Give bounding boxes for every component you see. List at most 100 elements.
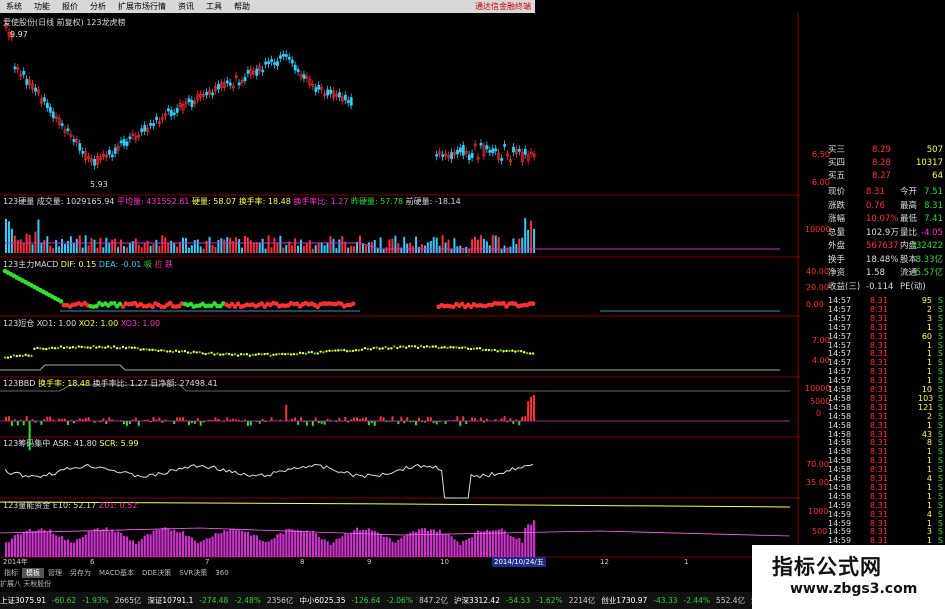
tick-dir: S (937, 296, 943, 305)
menu-item-1[interactable]: 功能 (28, 0, 56, 13)
candle-body (78, 143, 82, 151)
xo-dot (195, 351, 198, 354)
xo-panel-label: 123短仓 XO1: 1.00 XO2: 1.00 XO3: 1.00 (3, 318, 160, 329)
tick-list[interactable]: 14:57 8.31 95 S 14:57 8.31 2 S 14:57 8.31 3 S 14:57 8… (826, 296, 945, 546)
indicator-tab-0[interactable]: 指标 (0, 568, 22, 578)
fund-bar (40, 528, 43, 557)
menu-item-6[interactable]: 工具 (200, 0, 228, 13)
date-tick-7: 12 (600, 558, 609, 566)
fund-bar (131, 540, 135, 557)
tick-vol: 1 (926, 376, 932, 386)
tick-price: 8.31 (870, 509, 888, 519)
volume-bar (285, 244, 288, 253)
bbd-bar (471, 417, 474, 421)
volume-bar (111, 239, 114, 253)
menu-item-2[interactable]: 报价 (56, 0, 84, 13)
indicator-tab-5[interactable]: DDE决策 (138, 568, 175, 578)
xo-dot (30, 354, 33, 358)
macd-dot (58, 299, 64, 304)
tick-price: 8.31 (870, 465, 888, 475)
indicator-tab-7[interactable]: 360 (211, 568, 232, 578)
tick-time: 14:59 (828, 527, 852, 537)
fund-bar (288, 528, 291, 557)
kline-chart-area[interactable] (0, 13, 800, 563)
menu-item-0[interactable]: 系统 (0, 0, 28, 13)
tick-row: 14:59 8.31 1 S (826, 519, 945, 528)
fund-bar (52, 533, 55, 557)
candle-body (143, 125, 147, 132)
quote-row: 换手 18.48% 股本 8.33亿 (826, 254, 945, 267)
asr-scr: SCR: 5.99 (99, 439, 139, 448)
quote-value-2: 5.57亿 (915, 268, 943, 278)
volume-bar (49, 245, 52, 253)
volume-bar (347, 247, 350, 253)
tick-row: 14:57 8.31 1 S (826, 341, 945, 350)
indicator-tab-1[interactable]: 模板 (22, 568, 44, 578)
volume-bar (164, 237, 167, 253)
fund-bar (335, 538, 338, 557)
menu-promo[interactable]: 通达信金融终端 (475, 1, 535, 12)
status-item: 深证10791.1 (147, 596, 194, 605)
watermark-title: 指标公式网 (772, 555, 882, 579)
tick-row: 14:59 8.31 1 S (826, 536, 945, 545)
volume-bar (190, 245, 193, 253)
tick-dir: S (937, 304, 943, 314)
volume-panel-label: 123硬量 成交量: 1029165.94 平均量: 431552.81 硬量:… (3, 196, 461, 207)
tick-time: 14:58 (828, 402, 852, 412)
menu-item-5[interactable]: 资讯 (172, 0, 200, 13)
tick-dir: S (937, 331, 943, 341)
xo-dot (292, 352, 296, 356)
volume-bar (506, 247, 509, 253)
xo-dot (180, 350, 184, 353)
volume-bar (530, 220, 533, 253)
volume-bar (302, 245, 305, 253)
volume-bar (279, 235, 282, 253)
xo-dot (174, 349, 178, 352)
candle-body (217, 83, 220, 90)
bbd-bar (479, 417, 482, 421)
menu-item-3[interactable]: 分析 (84, 0, 112, 13)
indicator-tab-3[interactable]: 另存为 (66, 568, 95, 578)
quote-label: 现价 (828, 187, 846, 197)
date-tick-1: 6 (90, 558, 95, 566)
menu-item-7[interactable]: 帮助 (228, 0, 256, 13)
volume-bar (326, 242, 329, 253)
status-item: -54.53 (505, 596, 531, 605)
xo-dot (428, 345, 431, 349)
tick-price: 8.31 (870, 349, 888, 359)
indicator-tab-4[interactable]: MACD基本 (95, 568, 138, 578)
volume-bar (418, 247, 420, 253)
volume-bar (193, 240, 196, 253)
menu-item-4[interactable]: 扩展市场行情 (112, 0, 172, 13)
candle-body (458, 147, 462, 153)
volume-bar (40, 243, 43, 253)
order-row: 买四 8.28 10317 (826, 157, 945, 170)
xo-dot (213, 353, 216, 356)
volume-bar (485, 241, 488, 253)
indicator-tab-2[interactable]: 管理 (44, 568, 66, 578)
quote-label-2: 最低 (900, 214, 918, 224)
status-item: -274.48 (199, 596, 229, 605)
fund-bar (388, 537, 391, 557)
tick-time: 14:58 (828, 393, 852, 403)
xo-dot (514, 350, 517, 353)
volume-bar (474, 236, 477, 253)
axis-macd-3: 0.00 (806, 300, 824, 309)
status-item: -2.44% (683, 596, 711, 605)
quote-label-2: 今开 (900, 187, 918, 197)
bbd-bar (84, 417, 87, 421)
order-book: 买三 8.29 507 买四 8.28 10317 买五 8.27 64 (826, 144, 945, 183)
tick-price: 8.31 (870, 527, 888, 537)
bbd-bar (10, 421, 13, 426)
volume-bar (96, 247, 99, 253)
candle-body (470, 152, 474, 159)
volume-bar (252, 242, 255, 253)
indicator-tab-6[interactable]: SVR决策 (175, 568, 211, 578)
vol-rate: 换手率比: 1.27 (293, 197, 349, 206)
fund-bar (205, 538, 208, 557)
tick-row: 14:57 8.31 1 S (826, 376, 945, 385)
tick-dir: S (937, 447, 943, 457)
xo-dot (53, 346, 57, 350)
volume-bar (128, 242, 131, 253)
volume-bar (391, 238, 394, 253)
